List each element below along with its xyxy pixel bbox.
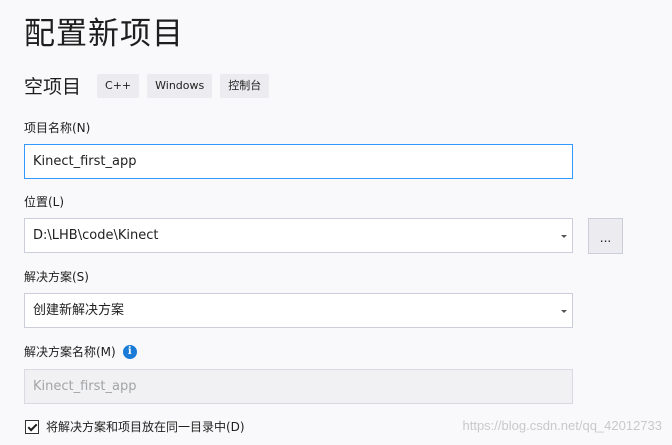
solution-name-value: Kinect_first_app <box>33 379 137 394</box>
page-title: 配置新项目 <box>24 16 184 52</box>
tag-console: 控制台 <box>220 73 270 98</box>
watermark: https://blog.csdn.net/qq_42012733 <box>462 418 663 433</box>
same-directory-option[interactable]: 将解决方案和项目放在同一目录中(D) <box>25 418 245 435</box>
solution-dropdown[interactable]: 创建新解决方案 <box>24 293 573 328</box>
solution-name-input: Kinect_first_app <box>24 369 573 404</box>
location-value: D:\LHB\code\Kinect <box>33 228 159 243</box>
same-directory-checkbox[interactable] <box>25 419 39 434</box>
project-template-name: 空项目 <box>24 76 82 98</box>
location-combobox[interactable]: D:\LHB\code\Kinect <box>24 218 573 253</box>
browse-button[interactable]: ... <box>588 218 623 254</box>
solution-name-label: 解决方案名称(M) <box>24 345 116 359</box>
project-name-value: Kinect_first_app <box>33 154 137 169</box>
solution-name-label-row: 解决方案名称(M) i <box>24 343 137 360</box>
info-icon[interactable]: i <box>122 344 137 359</box>
chevron-down-icon[interactable] <box>561 235 567 238</box>
solution-label: 解决方案(S) <box>24 270 89 284</box>
project-name-input[interactable]: Kinect_first_app <box>24 144 573 179</box>
solution-value: 创建新解决方案 <box>33 303 125 318</box>
tag-windows: Windows <box>147 73 213 98</box>
project-name-label: 项目名称(N) <box>24 121 91 135</box>
configure-new-project-page: 配置新项目 空项目 C++ Windows 控制台 项目名称(N) Kinect… <box>0 0 672 445</box>
checkmark-icon <box>27 421 38 431</box>
tag-cpp: C++ <box>97 73 140 98</box>
location-label: 位置(L) <box>24 195 65 209</box>
same-directory-label: 将解决方案和项目放在同一目录中(D) <box>46 420 245 434</box>
project-template-row: 空项目 C++ Windows 控制台 <box>24 72 277 99</box>
chevron-down-icon[interactable] <box>561 310 567 313</box>
